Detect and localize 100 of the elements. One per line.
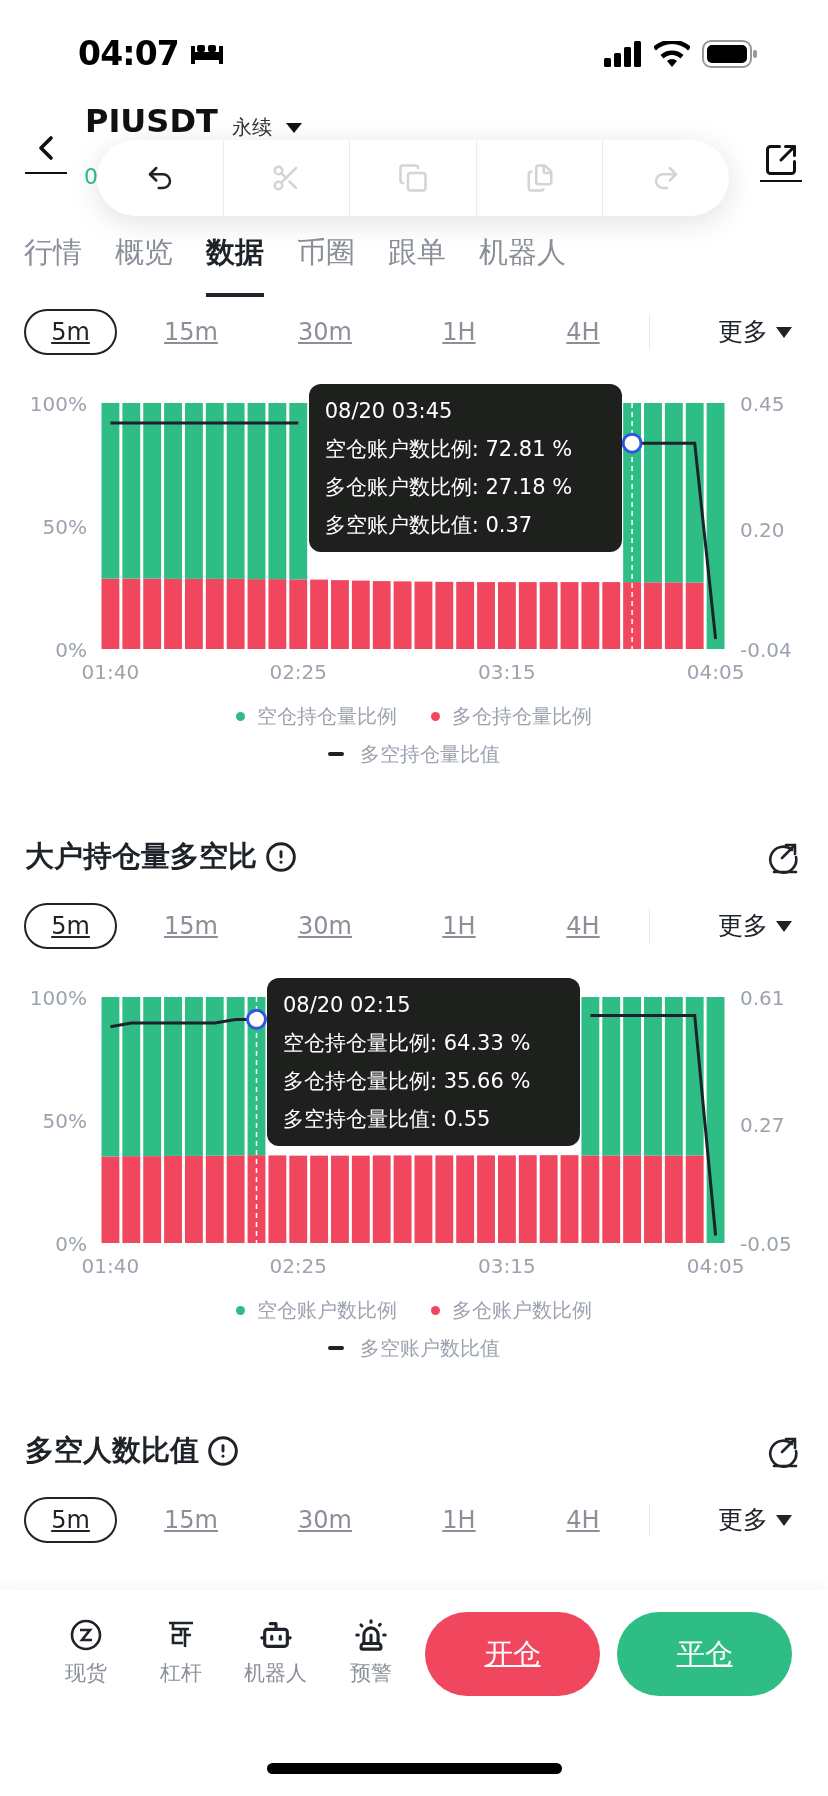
tooltip-line: 空仓持仓量比例: 64.33 % [282,1030,532,1057]
tab[interactable]: 行情 [24,227,82,299]
nav-item[interactable]: 预警 [323,1618,418,1690]
bar-segment [372,581,391,649]
bar-segment [351,580,370,649]
tab[interactable]: 跟单 [388,227,446,299]
legend-label: 多空账户数比值 [360,1335,500,1362]
axis-label: 50% [42,1109,87,1133]
tooltip-line: 多仓账户数比例: 27.18 % [324,474,574,501]
bar-segment [497,582,516,649]
bar-segment [560,582,579,649]
info-icon[interactable] [207,1435,239,1467]
tab[interactable]: 机器人 [479,227,566,299]
caret-icon [776,1514,792,1526]
axis-label: 0.61 [740,986,785,1010]
legend-label: 多仓持仓量比例 [452,703,592,730]
nav-item[interactable]: 杠杆 [133,1618,228,1690]
section-title: 多空人数比值 [25,1432,199,1470]
interval-tab[interactable]: 30m [286,903,364,949]
axis-label: 100% [29,392,87,416]
legend-label: 多空持仓量比值 [360,741,500,768]
wifi-icon [654,41,690,67]
interval-tab[interactable]: 30m [286,309,364,355]
legend-label: 多仓账户数比例 [452,1297,592,1324]
interval-tab[interactable]: 4H [554,1497,612,1543]
axis-label: 02:25 [269,660,328,684]
close-position-button[interactable]: 平仓 [617,1612,792,1696]
tooltip-line: 多空持仓量比值: 0.55 [282,1106,492,1133]
open-position-button[interactable]: 开仓 [425,1612,600,1696]
axis-label: -0.05 [740,1232,792,1256]
axis-label: 02:25 [269,1254,328,1278]
dropdown-caret-icon[interactable] [285,123,302,133]
tooltip-title: 08/20 03:45 [324,398,454,425]
bar-segment [393,581,412,649]
signal-icon [604,41,642,67]
bar-segment [435,581,454,649]
axis-label: -0.04 [740,638,792,662]
interval-tab[interactable]: 15m [152,903,230,949]
price-text: 0 [84,163,98,191]
interval-tab[interactable]: 5m [24,903,117,949]
nav-item[interactable]: 机器人 [228,1618,323,1690]
axis-label: 03:15 [478,1254,536,1278]
bed-icon [188,42,225,66]
interval-tab[interactable]: 15m [152,309,230,355]
nav-item[interactable]: 现货 [38,1618,133,1690]
axis-label: 100% [29,986,87,1010]
tooltip-line: 多仓持仓量比例: 35.66 % [282,1068,532,1095]
interval-tab[interactable]: 30m [286,1497,364,1543]
interval-tab[interactable]: 1H [430,903,488,949]
bar-segment [518,582,537,649]
bar-segment [539,582,558,649]
axis-label: 0% [55,638,87,662]
interval-tab[interactable]: 15m [152,1497,230,1543]
axis-label: 0.27 [740,1112,785,1137]
info-icon[interactable] [265,841,297,873]
hover-marker [621,432,643,454]
bar-segment [310,579,329,649]
siren-icon [353,1618,388,1653]
tab[interactable]: 概览 [115,227,173,299]
tab[interactable]: 币圈 [297,227,355,299]
tooltip-line: 多空账户数比值: 0.37 [324,512,534,539]
battery-icon [702,40,758,68]
bar-segment [581,582,600,649]
axis-label: 01:40 [81,1254,140,1278]
symbol-title: PIUSDT [85,105,218,137]
bar-segment [414,581,433,649]
caret-icon [776,920,792,932]
interval-tab[interactable]: 4H [554,903,612,949]
section-title: 大户持仓量多空比 [25,838,257,876]
axis-label: 01:40 [81,660,140,684]
bar-segment [602,582,621,649]
more-dropdown[interactable]: 更多 [718,907,792,945]
legend-label: 空仓账户数比例 [257,1297,397,1324]
tab[interactable]: 数据 [206,227,264,299]
hover-marker [246,1008,267,1030]
interval-tab[interactable]: 5m [24,309,117,355]
interval-tab[interactable]: 1H [430,309,488,355]
exchange-circle-icon [68,1618,103,1653]
tooltip-line: 空仓账户数比例: 72.81 % [324,436,574,463]
interval-tab[interactable]: 5m [24,1497,117,1543]
legend-label: 空仓持仓量比例 [257,703,397,730]
caret-icon [776,326,792,338]
axis-label: 0.45 [740,392,785,416]
interval-tab[interactable]: 4H [554,309,612,355]
axis-label: 0% [55,1232,87,1256]
tooltip-title: 08/20 02:15 [282,992,412,1019]
copy-icon [398,163,428,193]
bar-segment [477,582,495,649]
more-dropdown[interactable]: 更多 [718,313,792,351]
axis-label: 04:05 [686,1254,745,1278]
axis-label: 50% [42,515,87,539]
more-dropdown[interactable]: 更多 [718,1501,792,1539]
clock-time: 04:07 [78,33,179,76]
contract-type: 永续 [231,117,272,137]
axis-label: 04:05 [686,660,745,684]
axis-label: 03:15 [478,660,536,684]
bar-segment [331,580,349,649]
axis-label: 0.20 [740,517,785,542]
interval-tab[interactable]: 1H [430,1497,488,1543]
share-icon[interactable] [763,142,799,178]
